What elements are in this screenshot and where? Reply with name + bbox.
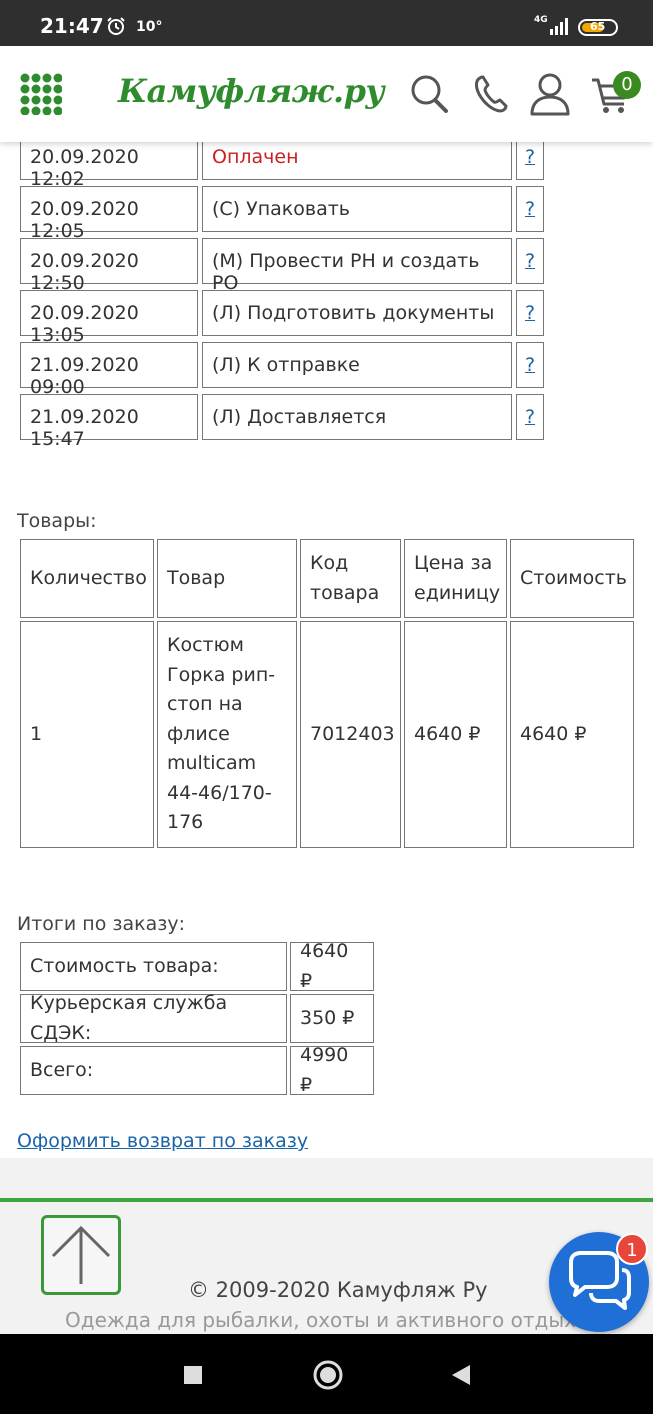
home-icon[interactable] (311, 1358, 345, 1392)
history-date: 20.09.2020 12:05 (20, 186, 198, 242)
history-date: 21.09.2020 15:47 (20, 394, 198, 450)
history-help-link[interactable]: ? (516, 290, 544, 336)
footer-copyright: © 2009-2020 Камуфляж Ру (188, 1278, 488, 1302)
history-help-link[interactable]: ? (516, 186, 544, 232)
totals-row-value: 4640 ₽ (290, 940, 374, 992)
back-icon[interactable] (444, 1358, 478, 1392)
goods-cell-qty: 1 (20, 621, 154, 848)
help-link[interactable]: ? (525, 302, 535, 324)
history-help-link[interactable]: ? (516, 238, 544, 284)
alarm-icon (107, 17, 125, 35)
status-bar: 21:47 10° 4G 65 (0, 0, 653, 46)
history-help-link[interactable]: ? (516, 394, 544, 440)
history-status: (Л) Подготовить документы (202, 290, 512, 336)
totals-row-name: Курьерская служба СДЭК: (20, 992, 287, 1044)
signal-icon (550, 18, 568, 35)
user-icon[interactable] (529, 72, 571, 116)
return-order-link[interactable]: Оформить возврат по заказу (17, 1130, 308, 1152)
totals-row-name: Стоимость товара: (20, 942, 287, 991)
system-nav-bar (0, 1334, 653, 1414)
help-link[interactable]: ? (525, 354, 535, 376)
battery-level: 65 (590, 20, 606, 33)
history-status: (Л) Доставляется (202, 394, 512, 440)
goods-header-product: Товар (157, 539, 297, 618)
goods-cell-code: 7012403 (300, 621, 401, 848)
help-link[interactable]: ? (525, 146, 535, 168)
goods-section-label: Товары: (17, 510, 97, 532)
totals-row-name: Всего: (20, 1046, 287, 1095)
scroll-to-top-button[interactable] (41, 1215, 121, 1295)
footer-divider (0, 1198, 653, 1202)
recent-apps-icon[interactable] (176, 1358, 210, 1392)
goods-header-qty: Количество (20, 539, 154, 618)
help-link[interactable]: ? (525, 406, 535, 428)
status-temperature: 10° (136, 19, 163, 35)
arrow-up-icon (51, 1225, 111, 1284)
history-status: (М) Провести РН и создать РО (202, 238, 512, 294)
goods-cell-total: 4640 ₽ (510, 621, 634, 848)
history-date: 21.09.2020 09:00 (20, 342, 198, 398)
menu-icon[interactable] (20, 73, 62, 115)
help-link[interactable]: ? (525, 198, 535, 220)
status-time: 21:47 (40, 14, 104, 38)
network-type: 4G (534, 15, 548, 25)
history-help-link[interactable]: ? (516, 342, 544, 388)
goods-header-code: Код товара (300, 539, 401, 618)
chat-notification-badge: 1 (616, 1233, 648, 1265)
history-date: 20.09.2020 13:05 (20, 290, 198, 346)
help-link[interactable]: ? (525, 250, 535, 272)
history-date: 20.09.2020 12:50 (20, 238, 198, 294)
goods-cell-product[interactable]: Костюм Горка рип-стоп на флисе multicam … (157, 621, 297, 848)
totals-row-value: 350 ₽ (290, 994, 374, 1043)
cart-count-badge: 0 (613, 71, 641, 99)
history-status: (Л) К отправке (202, 342, 512, 388)
footer-tagline: Одежда для рыбалки, охоты и активного от… (65, 1308, 589, 1332)
battery-icon: 65 (578, 19, 618, 36)
site-logo[interactable]: Камуфляж.ру (118, 72, 385, 110)
search-icon[interactable] (408, 72, 450, 116)
history-status: (С) Упаковать (202, 186, 512, 232)
site-header: Камуфляж.ру 0 (0, 46, 653, 142)
totals-row-value: 4990 ₽ (290, 1044, 374, 1096)
totals-section-label: Итоги по заказу: (17, 913, 185, 935)
goods-cell-price: 4640 ₽ (404, 621, 507, 848)
goods-header-total: Стоимость (510, 539, 634, 618)
phone-icon[interactable] (470, 72, 512, 116)
goods-header-price: Цена за единицу (404, 539, 507, 618)
